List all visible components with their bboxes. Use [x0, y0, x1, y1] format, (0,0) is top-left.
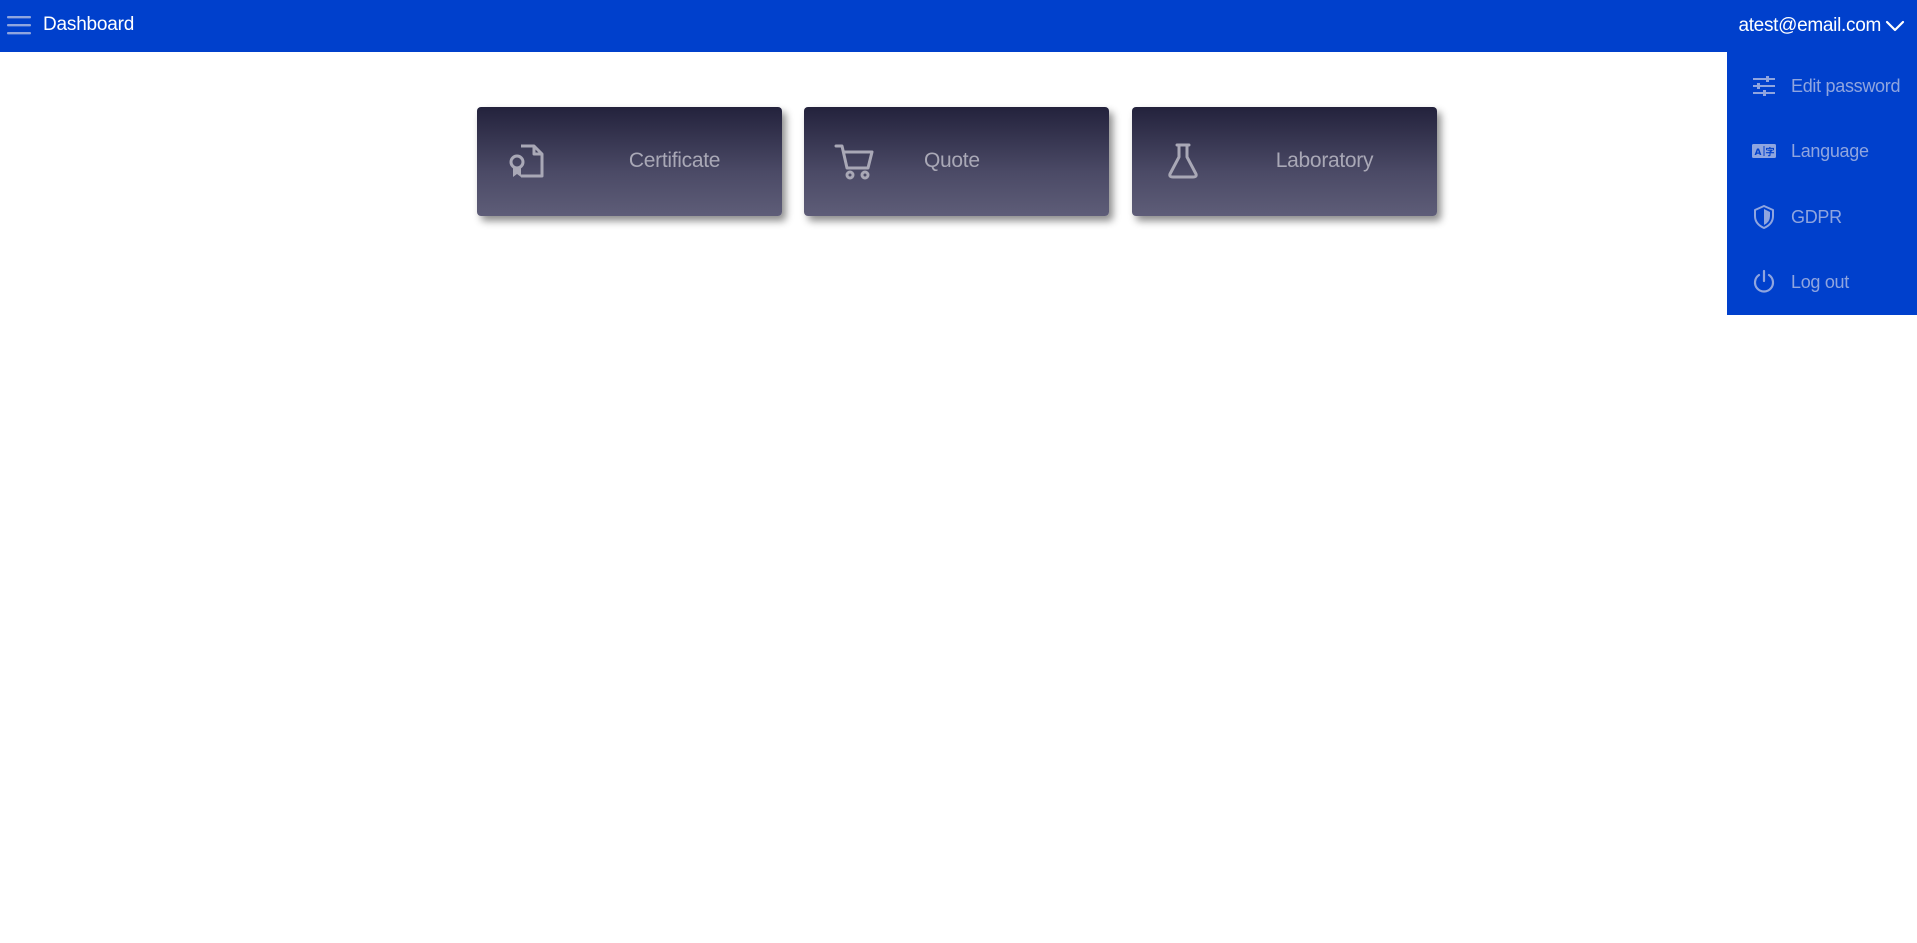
dashboard-cards: Certificate Quote Laboratory [477, 107, 1438, 216]
power-icon [1753, 269, 1775, 293]
flask-icon [1168, 143, 1198, 179]
menu-item-log-out[interactable]: Log out [1727, 257, 1917, 307]
menu-button[interactable] [6, 13, 32, 37]
menu-item-language[interactable]: A 字 Language [1727, 126, 1917, 176]
top-app-bar: Dashboard atest@email.com [0, 0, 1917, 52]
menu-item-gdpr[interactable]: GDPR [1727, 192, 1917, 242]
certificate-file-icon [509, 144, 544, 178]
user-dropdown-menu: Edit password A 字 Language GDPR Log out [1727, 52, 1917, 315]
certificate-card-label: Certificate [628, 149, 721, 172]
certificate-card[interactable]: Certificate [477, 107, 782, 216]
user-email: atest@email.com [1738, 15, 1881, 36]
laboratory-card-label: Laboratory [1275, 149, 1374, 172]
shield-icon [1754, 205, 1774, 229]
menu-item-label: GDPR [1791, 207, 1842, 227]
chevron-down-icon [1885, 20, 1905, 32]
menu-item-label: Language [1791, 141, 1869, 161]
quote-card[interactable]: Quote [804, 107, 1109, 216]
user-menu-toggle[interactable]: atest@email.com [1727, 0, 1917, 52]
menu-item-edit-password[interactable]: Edit password [1727, 61, 1917, 111]
shopping-cart-icon [834, 144, 874, 180]
sliders-icon [1753, 76, 1775, 96]
laboratory-card[interactable]: Laboratory [1132, 107, 1437, 216]
hamburger-menu-icon [7, 16, 31, 35]
page-title: Dashboard [43, 14, 135, 35]
svg-text:A: A [1755, 148, 1762, 158]
quote-card-label: Quote [924, 149, 980, 172]
language-icon: A 字 [1752, 144, 1776, 158]
menu-item-label: Log out [1791, 272, 1849, 292]
svg-text:字: 字 [1765, 146, 1774, 158]
menu-item-label: Edit password [1791, 76, 1901, 96]
